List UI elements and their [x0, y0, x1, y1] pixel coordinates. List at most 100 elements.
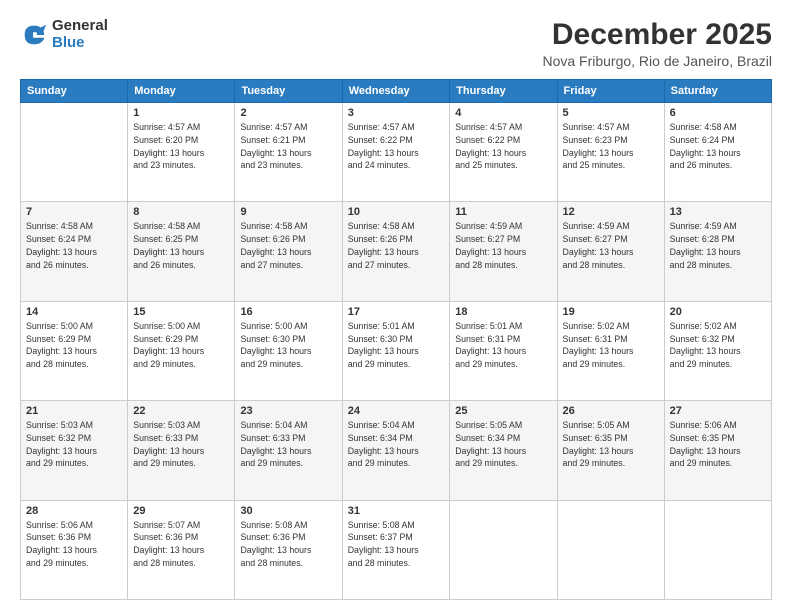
- subtitle: Nova Friburgo, Rio de Janeiro, Brazil: [542, 53, 772, 69]
- header-thursday: Thursday: [450, 80, 557, 103]
- day-info: Sunrise: 4:58 AMSunset: 6:26 PMDaylight:…: [348, 220, 445, 271]
- day-info-line: Sunset: 6:30 PM: [348, 333, 445, 346]
- table-row: 21Sunrise: 5:03 AMSunset: 6:32 PMDayligh…: [21, 401, 128, 500]
- day-info-line: Sunset: 6:22 PM: [348, 134, 445, 147]
- day-info-line: and 24 minutes.: [348, 159, 445, 172]
- day-info: Sunrise: 5:06 AMSunset: 6:36 PMDaylight:…: [26, 519, 122, 570]
- day-info: Sunrise: 5:05 AMSunset: 6:35 PMDaylight:…: [563, 419, 659, 470]
- day-info: Sunrise: 5:00 AMSunset: 6:29 PMDaylight:…: [26, 320, 122, 371]
- day-info: Sunrise: 5:04 AMSunset: 6:34 PMDaylight:…: [348, 419, 445, 470]
- day-info: Sunrise: 5:03 AMSunset: 6:33 PMDaylight:…: [133, 419, 229, 470]
- day-number: 27: [670, 405, 766, 417]
- calendar-week-row: 14Sunrise: 5:00 AMSunset: 6:29 PMDayligh…: [21, 301, 772, 400]
- day-info-line: Sunrise: 4:58 AM: [670, 121, 766, 134]
- day-number: 7: [26, 206, 122, 218]
- day-info-line: Sunset: 6:26 PM: [348, 233, 445, 246]
- day-info-line: Sunrise: 4:57 AM: [563, 121, 659, 134]
- day-info-line: and 29 minutes.: [133, 457, 229, 470]
- day-info-line: Daylight: 13 hours: [670, 345, 766, 358]
- day-number: 9: [240, 206, 336, 218]
- day-info-line: Sunrise: 5:02 AM: [670, 320, 766, 333]
- day-info-line: Sunset: 6:31 PM: [455, 333, 551, 346]
- calendar-week-row: 28 Sunrise: 5:06 AMSunset: 6:36 PMDayligh…: [21, 500, 772, 599]
- day-info-line: Daylight: 13 hours: [26, 246, 122, 259]
- table-row: 17Sunrise: 5:01 AMSunset: 6:30 PMDayligh…: [342, 301, 450, 400]
- day-number: 17: [348, 306, 445, 318]
- day-info: Sunrise: 5:06 AMSunset: 6:35 PMDaylight:…: [670, 419, 766, 470]
- table-row: 10 Sunrise: 4:58 AMSunset: 6:26 PMDayligh…: [342, 202, 450, 301]
- day-info-line: Sunset: 6:29 PM: [133, 333, 229, 346]
- table-row: 6Sunrise: 4:58 AMSunset: 6:24 PMDaylight…: [664, 103, 771, 202]
- day-number: 10: [348, 206, 445, 218]
- day-info: Sunrise: 4:59 AMSunset: 6:28 PMDaylight:…: [670, 220, 766, 271]
- logo-text: General Blue: [52, 18, 108, 51]
- day-info-line: Sunrise: 4:58 AM: [26, 220, 122, 233]
- day-info-line: and 27 minutes.: [240, 259, 336, 272]
- day-info-line: Daylight: 13 hours: [563, 147, 659, 160]
- day-info-line: Sunrise: 4:59 AM: [563, 220, 659, 233]
- day-info-line: Sunrise: 4:57 AM: [455, 121, 551, 134]
- day-info: Sunrise: 5:02 AMSunset: 6:32 PMDaylight:…: [670, 320, 766, 371]
- day-number: 28: [26, 505, 122, 517]
- day-info-line: Sunrise: 5:00 AM: [133, 320, 229, 333]
- table-row: [21, 103, 128, 202]
- day-info-line: Sunrise: 5:03 AM: [26, 419, 122, 432]
- header-monday: Monday: [128, 80, 235, 103]
- day-info-line: and 29 minutes.: [563, 457, 659, 470]
- day-info-line: Sunset: 6:32 PM: [26, 432, 122, 445]
- day-info-line: Sunset: 6:28 PM: [670, 233, 766, 246]
- table-row: 8Sunrise: 4:58 AMSunset: 6:25 PMDaylight…: [128, 202, 235, 301]
- day-number: 5: [563, 107, 659, 119]
- day-info: Sunrise: 5:08 AMSunset: 6:36 PMDaylight:…: [240, 519, 336, 570]
- day-info-line: Sunset: 6:26 PM: [240, 233, 336, 246]
- table-row: [664, 500, 771, 599]
- day-info-line: Sunrise: 5:08 AM: [348, 519, 445, 532]
- title-section: December 2025 Nova Friburgo, Rio de Jane…: [542, 18, 772, 69]
- table-row: 27 Sunrise: 5:06 AMSunset: 6:35 PMDayligh…: [664, 401, 771, 500]
- table-row: 5 Sunrise: 4:57 AMSunset: 6:23 PMDaylight…: [557, 103, 664, 202]
- day-info-line: Daylight: 13 hours: [133, 445, 229, 458]
- day-info-line: Daylight: 13 hours: [240, 246, 336, 259]
- day-info-line: Sunrise: 5:00 AM: [240, 320, 336, 333]
- day-info-line: and 29 minutes.: [133, 358, 229, 371]
- day-info-line: Sunset: 6:20 PM: [133, 134, 229, 147]
- day-info-line: and 26 minutes.: [26, 259, 122, 272]
- day-number: 12: [563, 206, 659, 218]
- table-row: 7Sunrise: 4:58 AMSunset: 6:24 PMDaylight…: [21, 202, 128, 301]
- day-number: 21: [26, 405, 122, 417]
- day-number: 14: [26, 306, 122, 318]
- day-info: Sunrise: 4:57 AMSunset: 6:20 PMDaylight:…: [133, 121, 229, 172]
- day-number: 25: [455, 405, 551, 417]
- day-info-line: Sunset: 6:31 PM: [563, 333, 659, 346]
- table-row: 26Sunrise: 5:05 AMSunset: 6:35 PMDayligh…: [557, 401, 664, 500]
- day-info-line: Sunset: 6:23 PM: [563, 134, 659, 147]
- day-info-line: Sunrise: 5:03 AM: [133, 419, 229, 432]
- day-info: Sunrise: 5:00 AMSunset: 6:29 PMDaylight:…: [133, 320, 229, 371]
- main-title: December 2025: [542, 18, 772, 51]
- day-info-line: and 29 minutes.: [670, 457, 766, 470]
- table-row: 30 Sunrise: 5:08 AMSunset: 6:36 PMDayligh…: [235, 500, 342, 599]
- table-row: 1Sunrise: 4:57 AMSunset: 6:20 PMDaylight…: [128, 103, 235, 202]
- day-info: Sunrise: 5:01 AMSunset: 6:31 PMDaylight:…: [455, 320, 551, 371]
- day-info-line: Sunset: 6:37 PM: [348, 531, 445, 544]
- table-row: 4Sunrise: 4:57 AMSunset: 6:22 PMDaylight…: [450, 103, 557, 202]
- day-info: Sunrise: 5:00 AMSunset: 6:30 PMDaylight:…: [240, 320, 336, 371]
- table-row: 16Sunrise: 5:00 AMSunset: 6:30 PMDayligh…: [235, 301, 342, 400]
- day-info-line: Sunrise: 4:58 AM: [240, 220, 336, 233]
- day-info-line: Sunrise: 5:01 AM: [455, 320, 551, 333]
- day-info-line: Sunset: 6:36 PM: [240, 531, 336, 544]
- day-info-line: and 29 minutes.: [348, 457, 445, 470]
- day-number: 30: [240, 505, 336, 517]
- day-info-line: Daylight: 13 hours: [563, 246, 659, 259]
- day-number: 15: [133, 306, 229, 318]
- day-info: Sunrise: 5:02 AMSunset: 6:31 PMDaylight:…: [563, 320, 659, 371]
- day-info: Sunrise: 5:08 AMSunset: 6:37 PMDaylight:…: [348, 519, 445, 570]
- day-info-line: Daylight: 13 hours: [563, 345, 659, 358]
- day-info-line: Daylight: 13 hours: [133, 345, 229, 358]
- day-number: 2: [240, 107, 336, 119]
- day-info-line: Daylight: 13 hours: [455, 345, 551, 358]
- day-info-line: Daylight: 13 hours: [348, 345, 445, 358]
- day-number: 19: [563, 306, 659, 318]
- day-info-line: Daylight: 13 hours: [240, 445, 336, 458]
- day-info-line: Sunset: 6:25 PM: [133, 233, 229, 246]
